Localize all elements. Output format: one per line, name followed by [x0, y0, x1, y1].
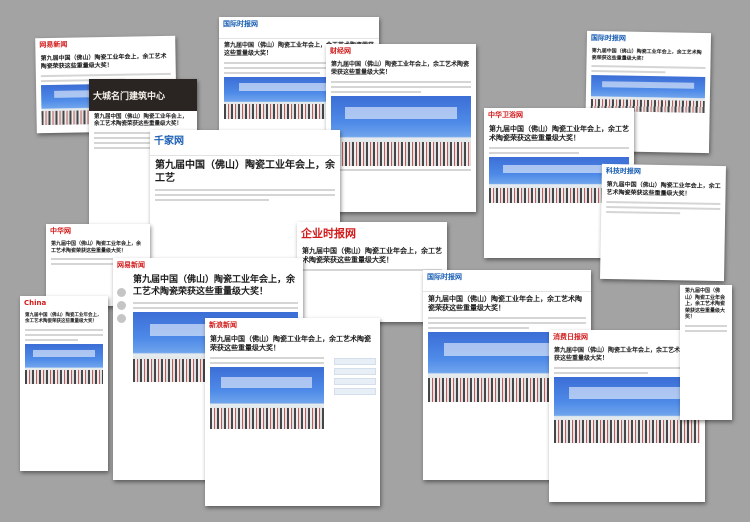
- masthead: 新浪新闻: [209, 321, 237, 329]
- headline: 第九届中国（佛山）陶瓷工业年会上，余工艺术陶瓷荣获这些重量级大奖！: [489, 125, 629, 143]
- headline: 第九届中国（佛山）陶瓷工业年会上，余工艺术陶瓷荣获这些重量级大奖！: [606, 181, 721, 198]
- share-icon: [117, 288, 126, 297]
- masthead: 千家网: [154, 135, 184, 147]
- headline: 第九届中国（佛山）陶瓷工业年会上，余工艺术陶瓷荣获这些重量级大奖！: [25, 313, 102, 324]
- masthead: 企业时报网: [301, 227, 356, 240]
- comment-icon: [117, 301, 126, 310]
- headline: 第九届中国（佛山）陶瓷工业年会上，余工艺术陶瓷荣获这些重量级大奖！: [685, 288, 726, 320]
- headline: 第九届中国（佛山）陶瓷工业年会上，余工艺术陶瓷荣获这些重量级大奖！: [133, 275, 296, 297]
- headline: 第九届中国（佛山）陶瓷工业年会上，余工艺术陶瓷荣获这些重量级大奖！: [331, 61, 470, 76]
- masthead: 中华卫浴网: [488, 111, 523, 119]
- share-icons: [117, 288, 127, 323]
- sidebar: [334, 358, 376, 395]
- news-clip-12: China 第九届中国（佛山）陶瓷工业年会上，余工艺术陶瓷荣获这些重量级大奖！: [20, 296, 108, 471]
- headline: 第九届中国（佛山）陶瓷工业年会上，余工艺术陶瓷荣获这些重量级大奖！: [302, 247, 442, 265]
- headline: 第九届中国（佛山）陶瓷工业年会上，余工艺术陶瓷荣获这些重量级大奖！: [51, 241, 142, 254]
- award-photo: [554, 376, 700, 443]
- masthead: 国际时报网: [223, 20, 258, 28]
- award-photo: [210, 367, 324, 430]
- like-icon: [117, 314, 126, 323]
- masthead: 中华网: [50, 227, 71, 235]
- award-photo: [331, 95, 471, 166]
- news-clip-8: 科技时报网 第九届中国（佛山）陶瓷工业年会上，余工艺术陶瓷荣获这些重量级大奖！: [600, 163, 726, 282]
- masthead: 国际时报网: [427, 273, 462, 281]
- headline: 第九届中国（佛山）陶瓷工业年会上，余工艺术陶瓷荣获这些重量级大奖！: [210, 335, 371, 353]
- news-clip-3: 财经网 第九届中国（佛山）陶瓷工业年会上，余工艺术陶瓷荣获这些重量级大奖！: [326, 44, 476, 212]
- masthead: China: [24, 299, 47, 307]
- headline: 第九届中国（佛山）陶瓷工业年会上，余工艺术陶瓷荣获这些重量级大奖！: [428, 295, 582, 313]
- headline: 第九届中国（佛山）陶瓷工业年会上，余工艺术陶瓷荣获这些重量级大奖！: [591, 48, 702, 62]
- headline: 第九届中国（佛山）陶瓷工业年会上，余工艺术陶瓷荣获这些重量级大奖！: [40, 52, 167, 70]
- masthead: 财经网: [330, 47, 351, 55]
- nav-bar: [423, 284, 591, 292]
- masthead: 网易新闻: [117, 261, 145, 269]
- nav-bar: [150, 148, 340, 156]
- award-photo: [25, 343, 103, 384]
- headline: 第九届中国（佛山）陶瓷工业年会上，余工艺: [155, 160, 335, 184]
- news-clip-16: 第九届中国（佛山）陶瓷工业年会上，余工艺术陶瓷荣获这些重量级大奖！: [680, 285, 732, 420]
- nav-bar: [219, 31, 379, 39]
- masthead: 大城名门建筑中心: [89, 79, 197, 111]
- news-clipping-collage: 网易新闻 第九届中国（佛山）陶瓷工业年会上，余工艺术陶瓷荣获这些重量级大奖！ 国…: [0, 0, 750, 522]
- news-clip-14: 新浪新闻 第九届中国（佛山）陶瓷工业年会上，余工艺术陶瓷荣获这些重量级大奖！: [205, 318, 380, 506]
- headline: 第九届中国（佛山）陶瓷工业年会上，余工艺术陶瓷荣获这些重量级大奖！: [94, 114, 188, 128]
